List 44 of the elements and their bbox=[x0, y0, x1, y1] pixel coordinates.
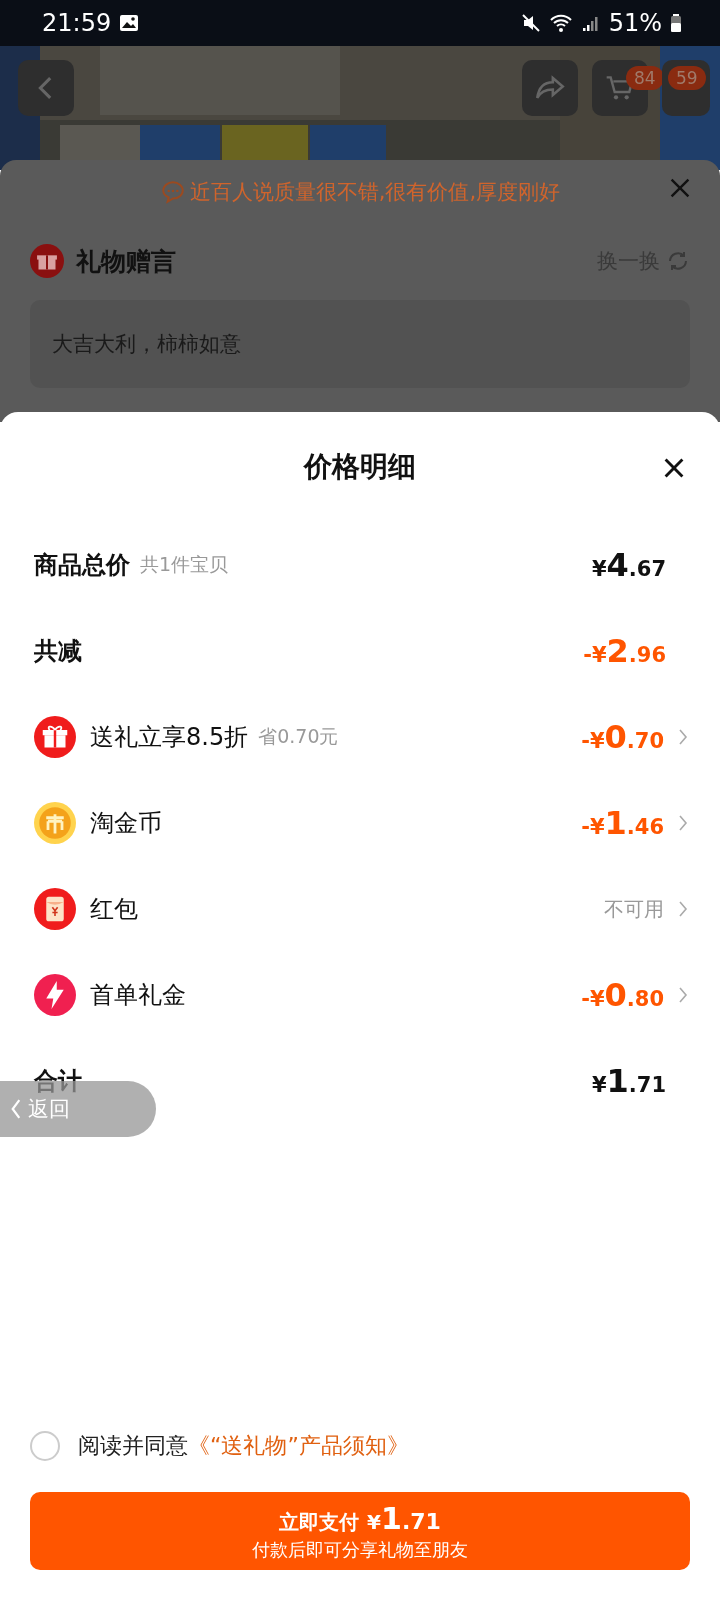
mute-icon bbox=[520, 13, 541, 33]
agreement-link[interactable]: 《“送礼物”产品须知》 bbox=[188, 1431, 409, 1461]
chat-icon bbox=[159, 179, 186, 205]
battery-icon bbox=[670, 13, 682, 33]
gift-message-title: 礼物赠言 bbox=[76, 245, 176, 278]
price-amount: ¥1.71 bbox=[591, 1062, 666, 1100]
price-hint: 省0.70元 bbox=[258, 724, 339, 749]
discount-label: 红包 bbox=[90, 894, 138, 925]
chevron-icon[interactable] bbox=[678, 985, 688, 1005]
status-time: 21:59 bbox=[42, 9, 112, 37]
gift-message-field[interactable]: 大吉大利，柿柿如意 bbox=[30, 300, 690, 388]
discount-label: 淘金币 bbox=[90, 808, 162, 839]
back-button[interactable] bbox=[18, 60, 74, 116]
agree-checkbox[interactable] bbox=[30, 1431, 60, 1461]
battery-percent: 51% bbox=[608, 9, 662, 37]
pay-button[interactable]: 立即支付 ¥1.71 付款后即可分享礼物至朋友 bbox=[30, 1492, 690, 1570]
price-label: 共减 bbox=[34, 636, 82, 667]
chevron-icon[interactable] bbox=[678, 813, 688, 833]
discount-label: 首单礼金 bbox=[90, 980, 186, 1011]
review-text: 近百人说质量很不错,很有价值,厚度刚好 bbox=[189, 179, 561, 206]
coin-icon bbox=[34, 802, 76, 844]
discount-label: 送礼立享8.5折 bbox=[90, 722, 249, 753]
price-amount: -¥1.46 bbox=[581, 804, 664, 842]
price-hint: 共1件宝贝 bbox=[140, 552, 229, 577]
more-badge: 59 bbox=[668, 66, 706, 90]
chevron-icon[interactable] bbox=[678, 727, 688, 747]
envelope-icon bbox=[34, 888, 76, 930]
gift-icon bbox=[30, 244, 64, 278]
share-button[interactable] bbox=[522, 60, 578, 116]
status-text: 不可用 bbox=[604, 895, 664, 923]
sheet-title: 价格明细 bbox=[304, 449, 416, 485]
price-amount: -¥0.70 bbox=[581, 718, 664, 756]
agreement-text: 阅读并同意 bbox=[78, 1432, 188, 1460]
price-label: 商品总价 bbox=[34, 550, 130, 581]
price-amount: -¥0.80 bbox=[581, 976, 664, 1014]
price-amount: -¥2.96 bbox=[583, 632, 666, 670]
chevron-icon[interactable] bbox=[678, 899, 688, 919]
gift-icon bbox=[34, 716, 76, 758]
lightning-icon bbox=[34, 974, 76, 1016]
image-icon bbox=[119, 13, 140, 33]
wifi-icon bbox=[548, 13, 573, 33]
refresh-icon bbox=[666, 249, 690, 273]
chevron-icon bbox=[10, 1098, 22, 1120]
price-amount: ¥4.67 bbox=[591, 546, 666, 584]
